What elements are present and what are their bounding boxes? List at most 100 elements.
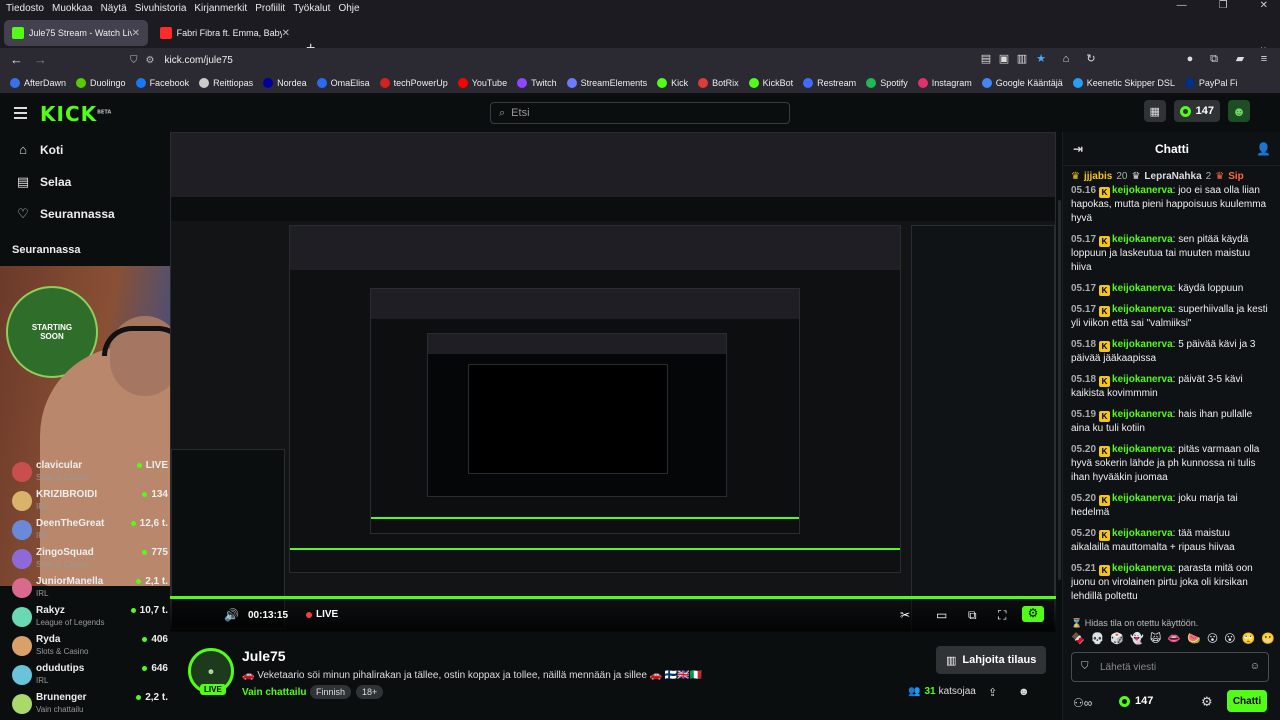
send-chat-button[interactable]: Chatti: [1227, 690, 1267, 712]
pip-icon[interactable]: ⧉: [968, 608, 977, 623]
tag-age[interactable]: 18+: [356, 685, 384, 699]
emote[interactable]: 🎲: [1110, 632, 1124, 648]
minimize-icon[interactable]: —: [1177, 0, 1187, 11]
forward-icon[interactable]: →: [34, 52, 47, 67]
emote[interactable]: 👄: [1167, 632, 1181, 648]
emote[interactable]: 😮: [1224, 632, 1235, 648]
tab-youtube[interactable]: Fabri Fibra ft. Emma, Baby Gang ✕: [152, 20, 298, 46]
close-window-icon[interactable]: ✕: [1260, 0, 1268, 11]
site-info-icon[interactable]: ⚙: [146, 55, 155, 66]
bookmark-item[interactable]: Reittiopas: [199, 77, 253, 88]
search-input[interactable]: ⌕ Etsi: [490, 102, 790, 124]
username[interactable]: keijokanerva: [1112, 339, 1173, 350]
bookmark-item[interactable]: Facebook: [135, 77, 189, 88]
followed-channel[interactable]: clavicular Slots & Casino LIVE: [10, 458, 170, 488]
chat-input[interactable]: ⛉ Lähetä viesti ☺: [1071, 652, 1269, 682]
followed-channel[interactable]: odudutips IRL 646: [10, 661, 170, 691]
nav-following[interactable]: ♡ Seurannassa: [16, 206, 115, 222]
emote[interactable]: 👻: [1130, 632, 1144, 648]
emote[interactable]: 😮: [1207, 632, 1218, 648]
collapse-chat-icon[interactable]: ⇥: [1073, 142, 1083, 156]
bookmark-star-icon[interactable]: ★: [1035, 53, 1047, 65]
emote[interactable]: 🍉: [1187, 632, 1201, 648]
bookmark-item[interactable]: Nordea: [263, 77, 307, 88]
nav-browse[interactable]: ▤ Selaa: [16, 174, 72, 190]
tab-kick[interactable]: Jule75 Stream - Watch Live on K ✕: [4, 20, 148, 46]
restore-icon[interactable]: ❐: [1219, 0, 1228, 11]
bookmark-item[interactable]: OmaElisa: [316, 77, 370, 88]
bookmark-item[interactable]: Keenetic Skipper DSL: [1072, 77, 1175, 88]
bookmark-item[interactable]: BotRix: [698, 77, 739, 88]
reader-view-icon[interactable]: ▤: [980, 53, 992, 65]
menu-edit[interactable]: Muokkaa: [52, 3, 93, 14]
username[interactable]: keijokanerva: [1112, 304, 1173, 315]
username[interactable]: keijokanerva: [1112, 234, 1173, 245]
chat-points[interactable]: 147: [1119, 695, 1153, 707]
live-indicator[interactable]: LIVE: [306, 609, 338, 620]
theater-mode-icon[interactable]: ▭: [936, 608, 947, 622]
kick-logo[interactable]: KICKBETA: [40, 102, 111, 126]
gifter-name[interactable]: Sip: [1228, 171, 1244, 182]
bookmark-item[interactable]: YouTube: [457, 77, 507, 88]
channel-name[interactable]: Jule75: [242, 648, 286, 664]
bookmark-item[interactable]: Spotify: [866, 77, 908, 88]
account-icon[interactable]: ●: [1184, 53, 1196, 65]
video-player[interactable]: [170, 132, 1056, 632]
volume-icon[interactable]: 🔊: [224, 608, 239, 622]
emote[interactable]: 🙀: [1150, 632, 1161, 648]
username[interactable]: keijokanerva: [1112, 528, 1173, 539]
username[interactable]: keijokanerva: [1112, 444, 1173, 455]
stream-category[interactable]: Vain chattailu: [242, 687, 306, 698]
nav-home[interactable]: ⌂ Koti: [16, 142, 63, 157]
progress-bar[interactable]: [170, 596, 1056, 599]
menu-help[interactable]: Ohje: [338, 3, 359, 14]
username[interactable]: keijokanerva: [1112, 409, 1173, 420]
close-tab-icon[interactable]: ✕: [282, 28, 290, 39]
clip-icon[interactable]: ✂: [900, 608, 910, 622]
followed-channel[interactable]: ZingoSquad Slots & Casino 775: [10, 545, 170, 575]
emote[interactable]: 🍫: [1071, 632, 1085, 648]
extensions-icon[interactable]: ⧉: [1208, 53, 1220, 65]
kick-points-button[interactable]: 147: [1173, 100, 1220, 122]
screenshot-icon[interactable]: ▣: [998, 53, 1010, 65]
chat-users-icon[interactable]: 👤: [1256, 142, 1271, 156]
bookmark-item[interactable]: Restream: [803, 77, 856, 88]
bookmark-item[interactable]: PayPal Fi: [1184, 77, 1237, 88]
bookmark-item[interactable]: Duolingo: [76, 77, 126, 88]
share-icon[interactable]: ⇪: [988, 686, 997, 699]
bookmark-item[interactable]: techPowerUp: [379, 77, 448, 88]
menu-file[interactable]: Tiedosto: [6, 3, 44, 14]
bookmark-item[interactable]: Kick: [657, 77, 688, 88]
bookmark-item[interactable]: Twitch: [517, 77, 557, 88]
reload-icon[interactable]: ↻: [1085, 53, 1097, 65]
username[interactable]: keijokanerva: [1112, 185, 1173, 196]
ublock-icon[interactable]: ▰: [1234, 53, 1246, 65]
username[interactable]: keijokanerva: [1112, 283, 1173, 294]
inventory-icon[interactable]: ▦: [1143, 100, 1166, 122]
gifter-name[interactable]: LepraNahka: [1144, 171, 1201, 182]
username[interactable]: keijokanerva: [1112, 493, 1173, 504]
fullscreen-icon[interactable]: ⛶: [998, 608, 1006, 623]
followed-channel[interactable]: DeenTheGreat IRL 12,6 t.: [10, 516, 170, 546]
followed-channel[interactable]: Rakyz League of Legends 10,7 t.: [10, 603, 170, 633]
username[interactable]: keijokanerva: [1112, 374, 1173, 385]
followed-channel[interactable]: KRIZIBROIDI IRL 134: [10, 487, 170, 517]
back-icon[interactable]: ←: [10, 52, 23, 67]
username[interactable]: keijokanerva: [1112, 563, 1173, 574]
emote[interactable]: 🙄: [1242, 632, 1256, 648]
emoji-picker-icon[interactable]: ☺: [1250, 661, 1260, 672]
menu-bookmarks[interactable]: Kirjanmerkit: [194, 3, 247, 14]
home-icon[interactable]: ⌂: [1060, 53, 1072, 65]
hamburger-menu-icon[interactable]: [14, 107, 27, 122]
settings-gear-icon[interactable]: ⚙: [1022, 606, 1044, 622]
scrollbar[interactable]: [1058, 200, 1061, 580]
chat-settings-icon[interactable]: ⚙: [1201, 694, 1213, 710]
url-bar[interactable]: ⛉ ⚙ kick.com/jule75: [130, 50, 1100, 70]
tag-language[interactable]: Finnish: [310, 685, 352, 699]
followed-channel[interactable]: JuniorManella IRL 2,1 t.: [10, 574, 170, 604]
user-avatar[interactable]: ☻: [1228, 100, 1250, 122]
menu-tools[interactable]: Työkalut: [293, 3, 330, 14]
bookmark-item[interactable]: Google Kääntäjä: [981, 77, 1063, 88]
pip-icon[interactable]: ▥: [1016, 53, 1028, 65]
gift-sub-button[interactable]: ▥ Lahjoita tilaus: [936, 646, 1047, 674]
